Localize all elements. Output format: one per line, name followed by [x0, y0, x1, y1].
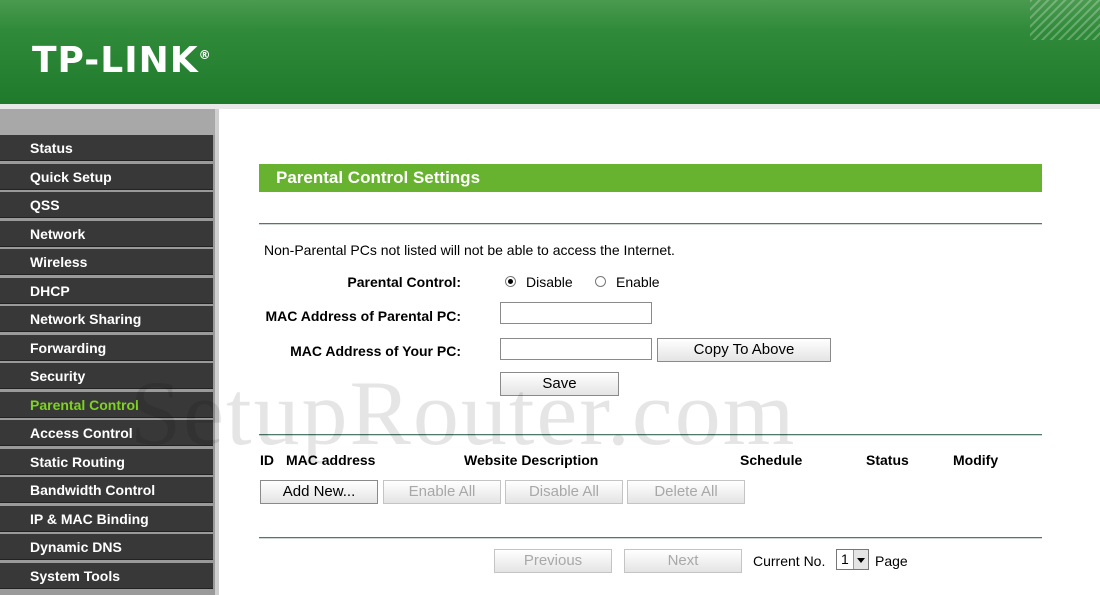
sidebar-menu: Status Quick Setup QSS Network Wireless DHCP N… — [0, 135, 215, 589]
save-button[interactable]: Save — [500, 372, 619, 396]
sidebar-item-network[interactable]: Network — [0, 220, 213, 247]
next-button[interactable]: Next — [624, 549, 742, 573]
disable-all-button[interactable]: Disable All — [505, 480, 623, 504]
copy-to-above-button[interactable]: Copy To Above — [657, 338, 831, 362]
sidebar-item-quick-setup[interactable]: Quick Setup — [0, 163, 213, 190]
previous-button[interactable]: Previous — [494, 549, 612, 573]
enable-all-button[interactable]: Enable All — [383, 480, 501, 504]
sidebar-item-dynamic-dns[interactable]: Dynamic DNS — [0, 534, 213, 560]
mac-yours-label: MAC Address of Your PC: — [290, 343, 461, 359]
sidebar-item-security[interactable]: Security — [0, 363, 213, 389]
sidebar-item-dhcp[interactable]: DHCP — [0, 277, 213, 304]
sidebar-item-wireless[interactable]: Wireless — [0, 249, 213, 275]
col-mac-address: MAC address — [286, 452, 376, 468]
mac-yours-input[interactable] — [500, 338, 652, 360]
page-select-value: 1 — [841, 551, 849, 567]
disable-radio[interactable] — [505, 276, 516, 287]
sidebar: Status Quick Setup QSS Network Wireless DHCP N… — [0, 109, 215, 595]
sidebar-item-ip-mac-binding[interactable]: IP & MAC Binding — [0, 505, 213, 532]
sidebar-top — [0, 109, 215, 135]
page-title: Parental Control Settings — [259, 164, 1042, 192]
col-website-description: Website Description — [464, 452, 599, 468]
sidebar-item-access-control[interactable]: Access Control — [0, 420, 213, 446]
enable-radio-label: Enable — [616, 274, 660, 290]
disable-radio-label: Disable — [526, 274, 573, 290]
enable-radio[interactable] — [595, 276, 606, 287]
sidebar-item-system-tools[interactable]: System Tools — [0, 562, 213, 589]
delete-all-button[interactable]: Delete All — [627, 480, 745, 504]
sidebar-item-status[interactable]: Status — [0, 135, 213, 161]
col-schedule: Schedule — [740, 452, 803, 468]
sidebar-item-bandwidth-control[interactable]: Bandwidth Control — [0, 477, 213, 503]
col-modify: Modify — [953, 452, 999, 468]
parental-control-label: Parental Control: — [347, 274, 461, 290]
divider-top — [259, 223, 1042, 225]
sidebar-item-network-sharing[interactable]: Network Sharing — [0, 306, 213, 332]
sidebar-item-qss[interactable]: QSS — [0, 192, 213, 218]
header: TP-LINK® — [0, 0, 1100, 104]
col-status: Status — [866, 452, 909, 468]
col-id: ID — [260, 452, 274, 468]
access-note: Non-Parental PCs not listed will not be … — [264, 242, 675, 258]
mac-parental-input[interactable] — [500, 302, 652, 324]
chevron-down-icon — [853, 550, 868, 569]
page-label: Page — [875, 553, 908, 569]
divider-middle — [259, 434, 1042, 436]
sidebar-item-parental-control[interactable]: Parental Control — [0, 391, 213, 418]
current-no-label: Current No. — [753, 553, 826, 569]
add-new-button[interactable]: Add New... — [260, 480, 378, 504]
sidebar-item-static-routing[interactable]: Static Routing — [0, 448, 213, 475]
sidebar-item-forwarding[interactable]: Forwarding — [0, 334, 213, 361]
header-decoration — [1030, 0, 1100, 40]
tp-link-logo: TP-LINK® — [32, 40, 212, 81]
mac-parental-label: MAC Address of Parental PC: — [265, 308, 461, 324]
main-content: Parental Control Settings Non-Parental P… — [219, 109, 1100, 595]
divider-bottom — [259, 537, 1042, 539]
page-select[interactable]: 1 — [836, 549, 869, 570]
